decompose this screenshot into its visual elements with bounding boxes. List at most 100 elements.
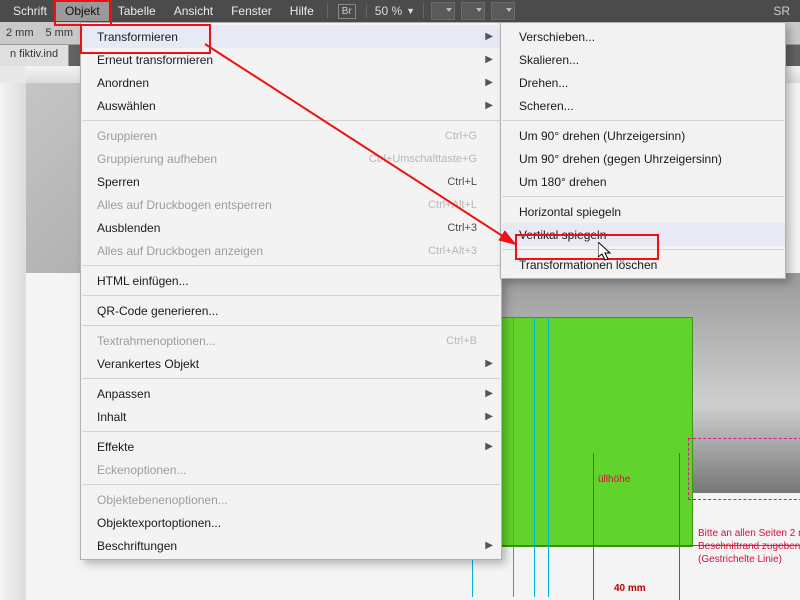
menu-schrift[interactable]: Schrift	[4, 1, 56, 21]
menu-item-label: Effekte	[97, 440, 477, 454]
menu-separator	[82, 120, 500, 121]
menu-separator	[82, 378, 500, 379]
menu-shortcut: Ctrl+Alt+L	[428, 199, 477, 211]
annotation-highlight	[80, 24, 211, 54]
magenta-dashed-box[interactable]	[688, 438, 800, 500]
menu-item[interactable]: HTML einfügen...	[81, 269, 501, 292]
menu-item[interactable]: Beschriftungen ▶	[81, 534, 501, 557]
measurement-2: 5 mm	[40, 27, 80, 39]
menu-item: Textrahmenoptionen...Ctrl+B	[81, 329, 501, 352]
menu-shortcut: Ctrl+G	[445, 130, 477, 142]
menu-item-label: Anordnen	[97, 76, 477, 90]
menu-item-label: Verankertes Objekt	[97, 357, 477, 371]
menu-item-label: HTML einfügen...	[97, 274, 477, 288]
bridge-icon[interactable]: Br	[338, 4, 356, 19]
menu-fenster[interactable]: Fenster	[222, 1, 281, 21]
menu-item-label: Anpassen	[97, 387, 477, 401]
vertical-ruler[interactable]	[0, 83, 27, 600]
menu-separator	[82, 484, 500, 485]
menu-item[interactable]: Drehen...	[501, 71, 785, 94]
menu-separator	[82, 295, 500, 296]
menu-item: Objektebenenoptionen...	[81, 488, 501, 511]
menu-item-label: Skalieren...	[519, 53, 579, 67]
menu-item[interactable]: Auswählen ▶	[81, 94, 501, 117]
menu-item[interactable]: Horizontal spiegeln	[501, 200, 785, 223]
menu-item[interactable]: Objektexportoptionen...	[81, 511, 501, 534]
magenta-guide[interactable]	[593, 453, 594, 600]
menu-item[interactable]: Verankertes Objekt ▶	[81, 352, 501, 375]
annotation-text: üllhöhe	[598, 473, 630, 486]
note-line: (Gestrichelte Linie)	[698, 553, 800, 566]
screen-mode-button[interactable]	[461, 2, 485, 20]
menu-ansicht[interactable]: Ansicht	[165, 1, 222, 21]
menu-item-label: Alles auf Druckbogen entsperren	[97, 198, 428, 212]
menu-item-label: Drehen...	[519, 76, 568, 90]
menu-item-label: Um 90° drehen (gegen Uhrzeigersinn)	[519, 152, 722, 166]
menu-item-label: Auswählen	[97, 99, 477, 113]
menu-item[interactable]: Inhalt▶	[81, 405, 501, 428]
menu-item[interactable]: AusblendenCtrl+3	[81, 216, 501, 239]
cyan-guide[interactable]	[534, 317, 535, 597]
menu-item[interactable]: QR-Code generieren...	[81, 299, 501, 322]
menu-item-label: Scheren...	[519, 99, 574, 113]
menu-item-label: QR-Code generieren...	[97, 304, 477, 318]
menu-item-label: Um 180° drehen	[519, 175, 607, 189]
menu-item-label: Ausblenden	[97, 221, 447, 235]
menu-item[interactable]: Anordnen ▶	[81, 71, 501, 94]
menu-item: GruppierenCtrl+G	[81, 124, 501, 147]
menu-item[interactable]: Um 90° drehen (Uhrzeigersinn)	[501, 124, 785, 147]
menu-separator	[82, 325, 500, 326]
menu-separator	[82, 431, 500, 432]
workspace-label[interactable]: SR	[773, 4, 790, 18]
menu-shortcut: Ctrl+Alt+3	[428, 245, 477, 257]
zoom-selector[interactable]: 50 % ▼	[375, 4, 415, 18]
menu-item-label: Horizontal spiegeln	[519, 205, 621, 219]
menu-item: Gruppierung aufhebenCtrl+Umschalttaste+G	[81, 147, 501, 170]
menu-item[interactable]: Scheren...	[501, 94, 785, 117]
objekt-menu: Transformieren▶Erneut transformieren▶Ano…	[80, 22, 502, 560]
view-options-button[interactable]	[431, 2, 455, 20]
menu-tabelle[interactable]: Tabelle	[109, 1, 165, 21]
zoom-value: 50 %	[375, 4, 402, 18]
submenu-arrow-icon: ▶	[485, 441, 493, 452]
chevron-down-icon: ▼	[406, 6, 415, 16]
menu-item-label: Gruppierung aufheben	[97, 152, 369, 166]
menu-item[interactable]: Um 180° drehen	[501, 170, 785, 193]
submenu-arrow-icon: ▶	[485, 54, 493, 65]
menu-item[interactable]: Verschieben...	[501, 25, 785, 48]
menu-item[interactable]: SperrenCtrl+L	[81, 170, 501, 193]
note-line: Beschnittrand zugeben!	[698, 540, 800, 553]
menu-item-label: Inhalt	[97, 410, 477, 424]
menu-item[interactable]: Skalieren...	[501, 48, 785, 71]
menu-item: Alles auf Druckbogen anzeigenCtrl+Alt+3	[81, 239, 501, 262]
menu-item-label: Textrahmenoptionen...	[97, 334, 446, 348]
annotation-highlight	[515, 234, 659, 260]
menu-item-label: Objektexportoptionen...	[97, 516, 477, 530]
menu-separator	[502, 196, 784, 197]
cyan-guide[interactable]	[548, 317, 549, 597]
cyan-guide[interactable]	[513, 317, 514, 597]
annotation-highlight	[54, 0, 112, 26]
menu-item[interactable]: Effekte ▶	[81, 435, 501, 458]
menu-item[interactable]: Um 90° drehen (gegen Uhrzeigersinn)	[501, 147, 785, 170]
submenu-arrow-icon: ▶	[485, 77, 493, 88]
menu-item[interactable]: Anpassen ▶	[81, 382, 501, 405]
measurement-1: 2 mm	[0, 27, 40, 39]
menubar-separator	[327, 4, 328, 18]
menu-shortcut: Ctrl+Umschalttaste+G	[369, 153, 477, 165]
submenu-arrow-icon: ▶	[485, 540, 493, 551]
menu-hilfe[interactable]: Hilfe	[281, 1, 323, 21]
submenu-arrow-icon: ▶	[485, 358, 493, 369]
arrange-button[interactable]	[491, 2, 515, 20]
menubar-separator	[366, 4, 367, 18]
note-line: Bitte an allen Seiten 2 mm	[698, 527, 800, 540]
menu-item-label: Beschriftungen	[97, 539, 477, 553]
menu-item-label: Um 90° drehen (Uhrzeigersinn)	[519, 129, 685, 143]
menu-separator	[82, 265, 500, 266]
bleed-note: Bitte an allen Seiten 2 mm Beschnittrand…	[698, 527, 800, 566]
magenta-guide[interactable]	[679, 453, 680, 600]
dimension-label: 40 mm	[614, 583, 646, 594]
submenu-arrow-icon: ▶	[485, 100, 493, 111]
menu-item-label: Objektebenenoptionen...	[97, 493, 477, 507]
submenu-arrow-icon: ▶	[485, 388, 493, 399]
